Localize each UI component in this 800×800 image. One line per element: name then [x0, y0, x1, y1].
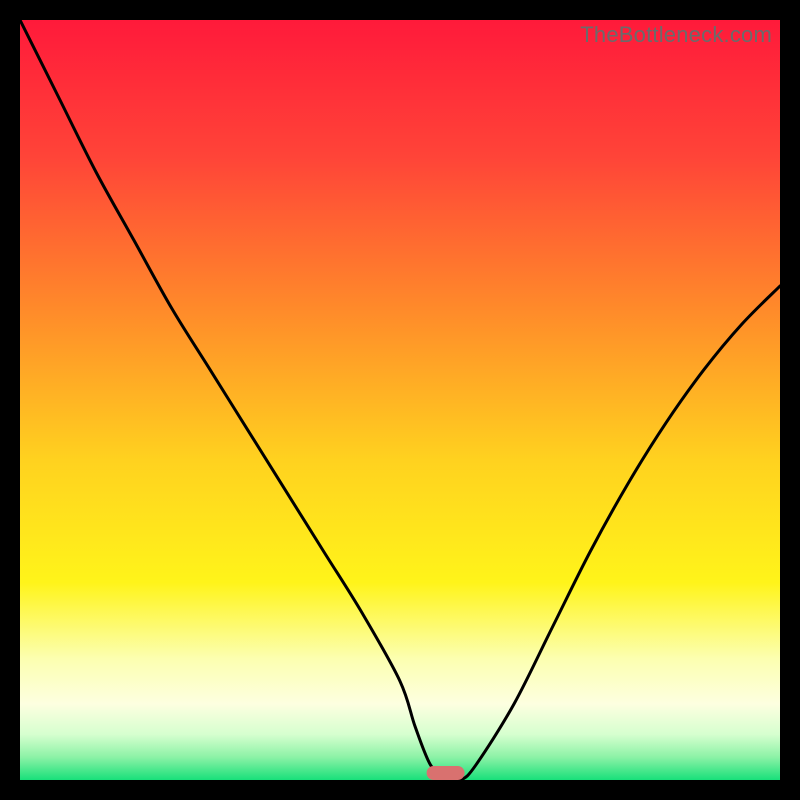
gradient-background — [20, 20, 780, 780]
minimum-marker — [427, 766, 465, 780]
chart-plot — [20, 20, 780, 780]
watermark-text: TheBottleneck.com — [580, 22, 772, 48]
chart-frame: TheBottleneck.com — [20, 20, 780, 780]
